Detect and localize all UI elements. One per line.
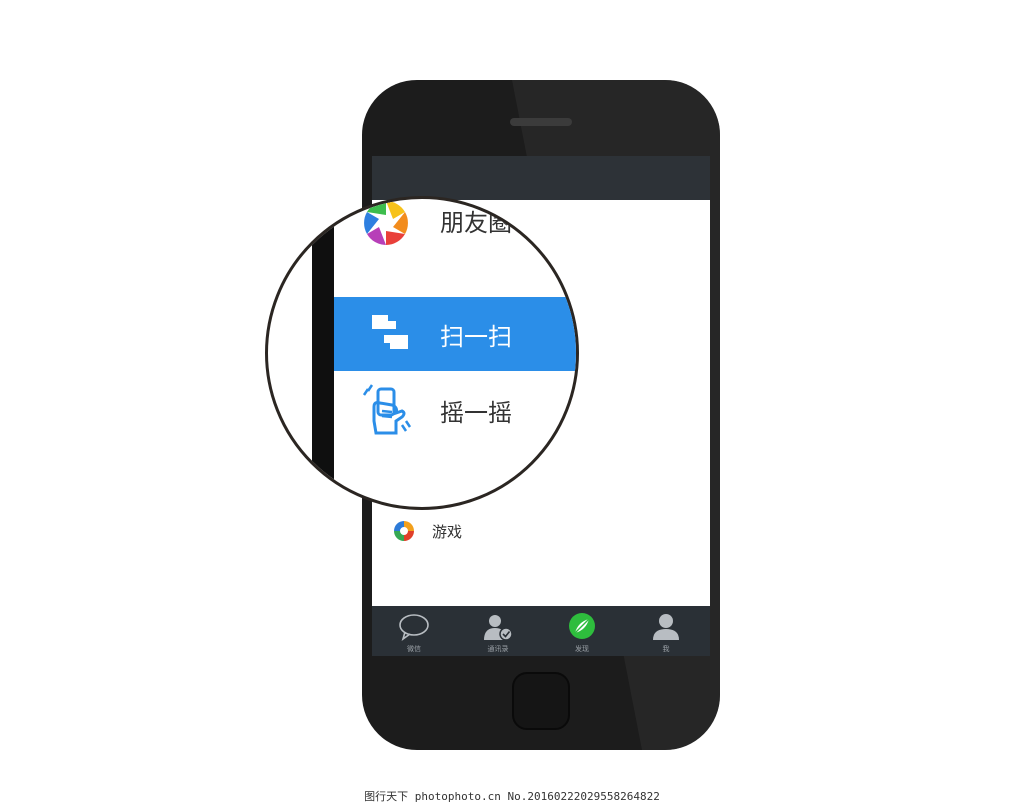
tab-chats-label: 微信 xyxy=(407,645,421,653)
list-item-shake[interactable]: 摇一摇 xyxy=(334,371,576,451)
contacts-icon xyxy=(484,615,513,641)
tab-discover[interactable]: 发现 xyxy=(540,606,624,656)
home-button[interactable] xyxy=(512,672,570,730)
tab-chats[interactable]: 微信 xyxy=(372,606,456,656)
tab-contacts-label: 通讯录 xyxy=(487,645,509,653)
status-bar xyxy=(372,156,710,200)
tab-me[interactable]: 我 xyxy=(624,606,708,656)
tab-bar: 微信 通讯录 发现 我 xyxy=(372,606,710,656)
chat-bubble-icon xyxy=(399,614,429,641)
moments-aperture-icon xyxy=(364,201,408,245)
moments-label: 朋友圈 xyxy=(440,209,512,237)
tab-me-label: 我 xyxy=(662,645,670,653)
tab-contacts[interactable]: 通讯录 xyxy=(456,606,540,656)
profile-icon xyxy=(653,614,679,640)
tab-discover-label: 发现 xyxy=(575,645,589,653)
list-item-scan[interactable]: 扫一扫 xyxy=(334,297,576,371)
shake-label: 摇一摇 xyxy=(440,399,512,427)
list-item-moments[interactable]: 朋友圈 xyxy=(334,199,576,259)
discover-compass-icon xyxy=(569,613,595,639)
scan-label: 扫一扫 xyxy=(440,323,512,351)
shake-phone-hand-icon xyxy=(362,384,412,435)
games-label: 游戏 xyxy=(432,523,463,541)
scan-icon xyxy=(372,315,408,349)
list-item-games[interactable]: 游戏 xyxy=(372,516,710,546)
magnifier-callout: 朋友圈 扫一扫 摇一摇 xyxy=(265,196,579,510)
games-icon xyxy=(394,521,414,541)
earpiece-speaker xyxy=(510,118,572,126)
watermark-caption: 图行天下 photophoto.cn No.201602220295582648… xyxy=(364,790,660,803)
phone-edge-zoomed xyxy=(312,199,334,507)
